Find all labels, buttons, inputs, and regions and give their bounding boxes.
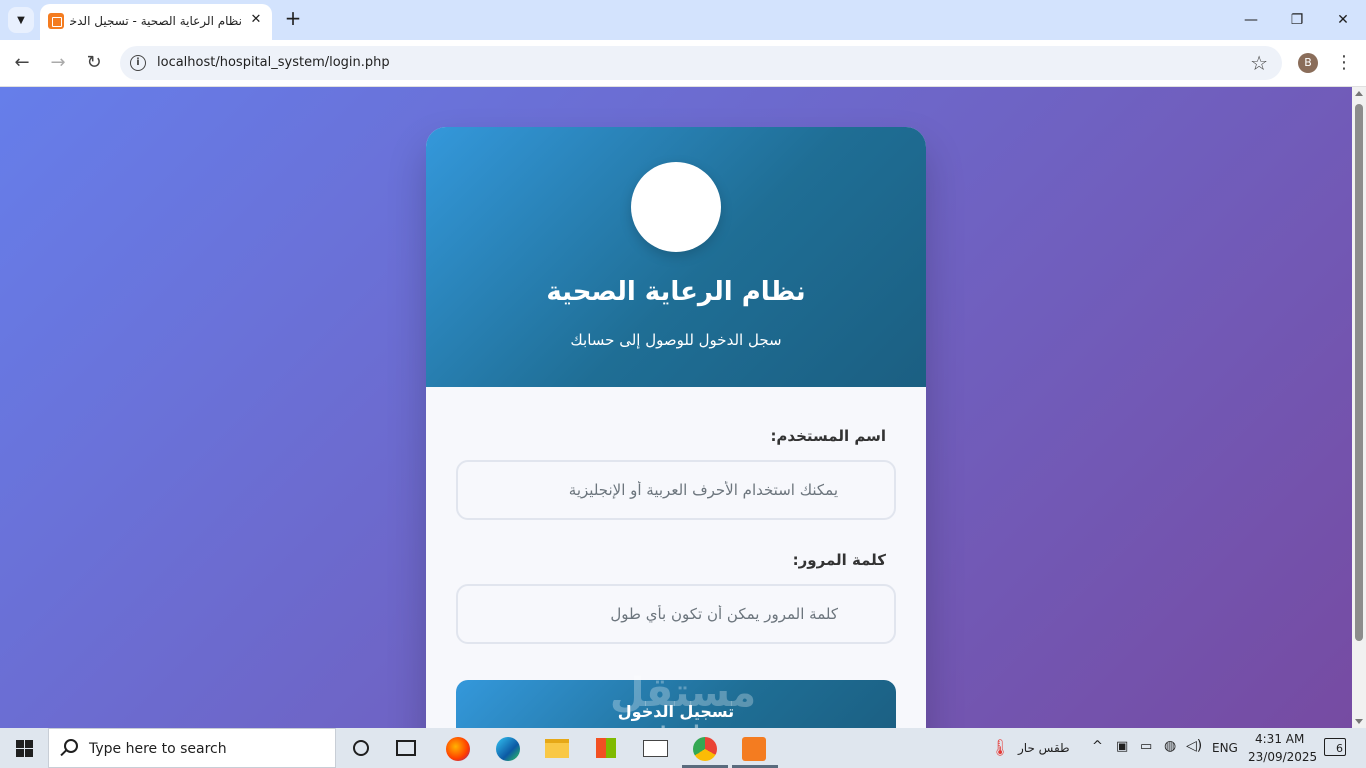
search-icon bbox=[64, 739, 78, 753]
cortana-icon[interactable] bbox=[353, 740, 369, 756]
battery-icon[interactable]: ▭ bbox=[1140, 739, 1152, 754]
address-bar[interactable]: i localhost/hospital_system/login.php ☆ bbox=[120, 46, 1282, 80]
forward-icon[interactable]: → bbox=[46, 51, 70, 75]
minimize-icon[interactable]: — bbox=[1236, 8, 1266, 32]
password-input[interactable] bbox=[456, 584, 896, 644]
card-header: نظام الرعاية الصحية سجل الدخول للوصول إل… bbox=[426, 127, 926, 387]
tab-search-icon[interactable]: ▼ bbox=[8, 7, 34, 33]
browser-tab-strip: ▼ نظام الرعاية الصحية - تسجيل الدخول ✕ +… bbox=[0, 0, 1366, 40]
favicon-icon bbox=[48, 13, 64, 29]
restore-icon[interactable]: ❐ bbox=[1282, 8, 1312, 32]
info-icon[interactable]: i bbox=[130, 55, 146, 71]
plus-icon[interactable]: + bbox=[282, 8, 304, 30]
task-view-icon[interactable] bbox=[396, 740, 416, 756]
username-label: اسم المستخدم: bbox=[770, 427, 886, 445]
page-subtitle: سجل الدخول للوصول إلى حسابك bbox=[570, 331, 782, 349]
chrome-icon[interactable] bbox=[693, 737, 717, 761]
thermometer-icon[interactable]: 🌡 bbox=[990, 738, 1010, 757]
page-title: نظام الرعاية الصحية bbox=[546, 277, 806, 307]
more-icon[interactable]: ⋮ bbox=[1334, 51, 1354, 75]
file-explorer-icon[interactable] bbox=[545, 739, 569, 758]
back-icon[interactable]: ← bbox=[10, 51, 34, 75]
reload-icon[interactable]: ↻ bbox=[82, 51, 106, 75]
browser-toolbar: ← → ↻ i localhost/hospital_system/login.… bbox=[0, 40, 1366, 87]
login-card: نظام الرعاية الصحية سجل الدخول للوصول إل… bbox=[426, 127, 926, 728]
notifications-icon[interactable]: 6 bbox=[1324, 738, 1346, 756]
close-icon[interactable]: ✕ bbox=[248, 12, 264, 28]
username-input[interactable] bbox=[456, 460, 896, 520]
window-close-icon[interactable]: ✕ bbox=[1328, 8, 1358, 32]
clock-date[interactable]: 23/09/2025 bbox=[1248, 750, 1317, 764]
meet-icon[interactable]: ▣ bbox=[1116, 739, 1128, 754]
windows-taskbar: Type here to search 🌡 طقس حار ^ ▣ ▭ ◍ ◁)… bbox=[0, 728, 1366, 768]
edge-icon[interactable] bbox=[496, 737, 520, 761]
profile-avatar[interactable]: B bbox=[1298, 53, 1318, 73]
weather-text[interactable]: طقس حار bbox=[1018, 741, 1070, 755]
mail-icon[interactable] bbox=[643, 740, 668, 757]
tab-title: نظام الرعاية الصحية - تسجيل الدخول bbox=[70, 14, 242, 28]
firefox-icon[interactable] bbox=[446, 737, 470, 761]
scroll-thumb[interactable] bbox=[1355, 104, 1363, 641]
xampp-icon[interactable] bbox=[742, 737, 766, 761]
network-icon[interactable]: ◍ bbox=[1164, 738, 1176, 754]
taskbar-search[interactable]: Type here to search bbox=[48, 728, 336, 768]
page-scrollbar[interactable] bbox=[1352, 87, 1366, 728]
scroll-down-icon[interactable] bbox=[1355, 719, 1363, 724]
scroll-up-icon[interactable] bbox=[1355, 91, 1363, 96]
logo-icon bbox=[631, 162, 721, 252]
page-viewport: نظام الرعاية الصحية سجل الدخول للوصول إل… bbox=[0, 87, 1352, 728]
browser-tab[interactable]: نظام الرعاية الصحية - تسجيل الدخول ✕ bbox=[40, 4, 272, 40]
windows-icon bbox=[16, 740, 33, 757]
start-button[interactable] bbox=[0, 728, 48, 768]
tray-chevron-icon[interactable]: ^ bbox=[1092, 739, 1103, 754]
taskbar-search-text[interactable]: Type here to search bbox=[89, 741, 227, 757]
login-button[interactable]: تسجيل الدخول bbox=[456, 680, 896, 728]
volume-icon[interactable]: ◁) bbox=[1186, 738, 1202, 754]
star-icon[interactable]: ☆ bbox=[1250, 51, 1268, 75]
store-icon[interactable] bbox=[596, 738, 616, 758]
login-button-label: تسجيل الدخول bbox=[617, 702, 735, 721]
password-label: كلمة المرور: bbox=[792, 551, 886, 569]
url-text[interactable]: localhost/hospital_system/login.php bbox=[157, 55, 390, 70]
clock-time[interactable]: 4:31 AM bbox=[1255, 732, 1304, 746]
language-indicator[interactable]: ENG bbox=[1212, 741, 1238, 755]
